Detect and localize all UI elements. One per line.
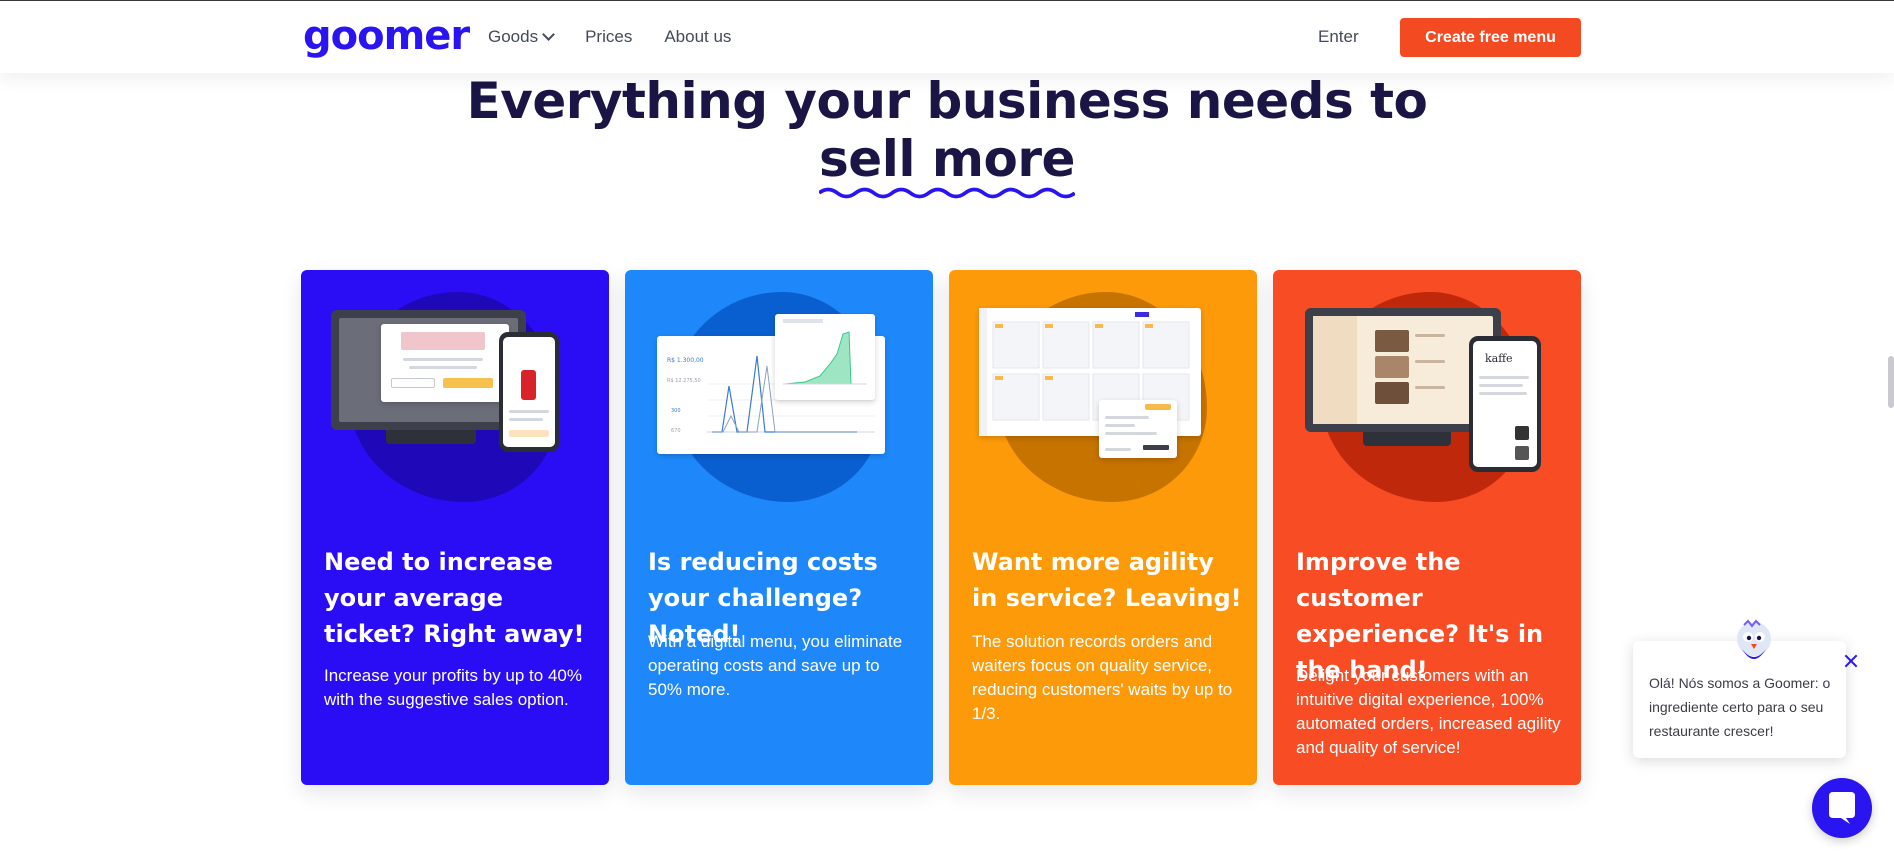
phone-illustration [499, 332, 559, 452]
site-header: goomer Goods Prices About us Enter Creat… [0, 1, 1894, 73]
nav-about[interactable]: About us [664, 27, 731, 47]
nav-goods-label: Goods [488, 27, 539, 46]
feature-card-customer-experience: kaffe Improve the customer experience? I… [1273, 270, 1581, 785]
svg-text:670: 670 [671, 428, 681, 434]
tablet-stand [1363, 432, 1451, 446]
nav-prices-label: Prices [585, 27, 633, 46]
area-chart-panel-illustration [775, 314, 875, 400]
feature-card-agility: Want more agility in service? Leaving! T… [949, 270, 1257, 785]
open-chat-button[interactable] [1812, 778, 1872, 838]
chat-message-text: Olá! Nós somos a Goomer: o ingrediente c… [1649, 675, 1831, 739]
main-nav: Goods Prices About us [488, 27, 731, 47]
enter-link[interactable]: Enter [1318, 27, 1359, 47]
svg-text:R$ 1.300,00: R$ 1.300,00 [667, 357, 704, 364]
squiggle-underline-icon [819, 187, 1075, 199]
nav-prices[interactable]: Prices [585, 27, 632, 47]
svg-text:300: 300 [671, 408, 681, 414]
heading-line-2-wrap: sell more [819, 130, 1075, 199]
heading-line-1: Everything your business needs to [466, 72, 1428, 130]
section-heading: Everything your business needs to sell m… [0, 72, 1894, 199]
chevron-down-icon [542, 28, 555, 41]
card-text: Increase your profits by up to 40% with … [324, 666, 582, 709]
mascot-avatar-icon [1737, 619, 1771, 659]
card-text: The solution records orders and waiters … [972, 632, 1233, 723]
feature-card-reducing-costs: R$ 1.300,00 R$ 12.275,50 300 670 Is redu… [625, 270, 933, 785]
chat-bubble-icon [1829, 792, 1855, 824]
card-text: With a digital menu, you eliminate opera… [648, 632, 903, 699]
phone-illustration: kaffe [1469, 336, 1541, 472]
card-title: Need to increase your average ticket? Ri… [324, 548, 585, 648]
close-icon[interactable] [1843, 653, 1859, 669]
tablet-stand [386, 430, 476, 444]
create-free-menu-button[interactable]: Create free menu [1400, 18, 1581, 57]
nav-goods[interactable]: Goods [488, 27, 555, 47]
svg-text:R$ 12.275,50: R$ 12.275,50 [667, 378, 701, 384]
order-popup-illustration [1099, 400, 1177, 458]
feature-card-average-ticket: Need to increase your average ticket? Ri… [301, 270, 609, 785]
nav-about-label: About us [664, 27, 732, 46]
card-text: Delight your customers with an intuitive… [1296, 666, 1561, 757]
heading-line-2: sell more [819, 130, 1075, 188]
goomer-logo[interactable]: goomer [303, 13, 470, 59]
page-scrollbar-thumb[interactable] [1888, 356, 1894, 408]
tablet-illustration [331, 310, 526, 430]
card-title: Want more agility in service? Leaving! [972, 548, 1242, 612]
